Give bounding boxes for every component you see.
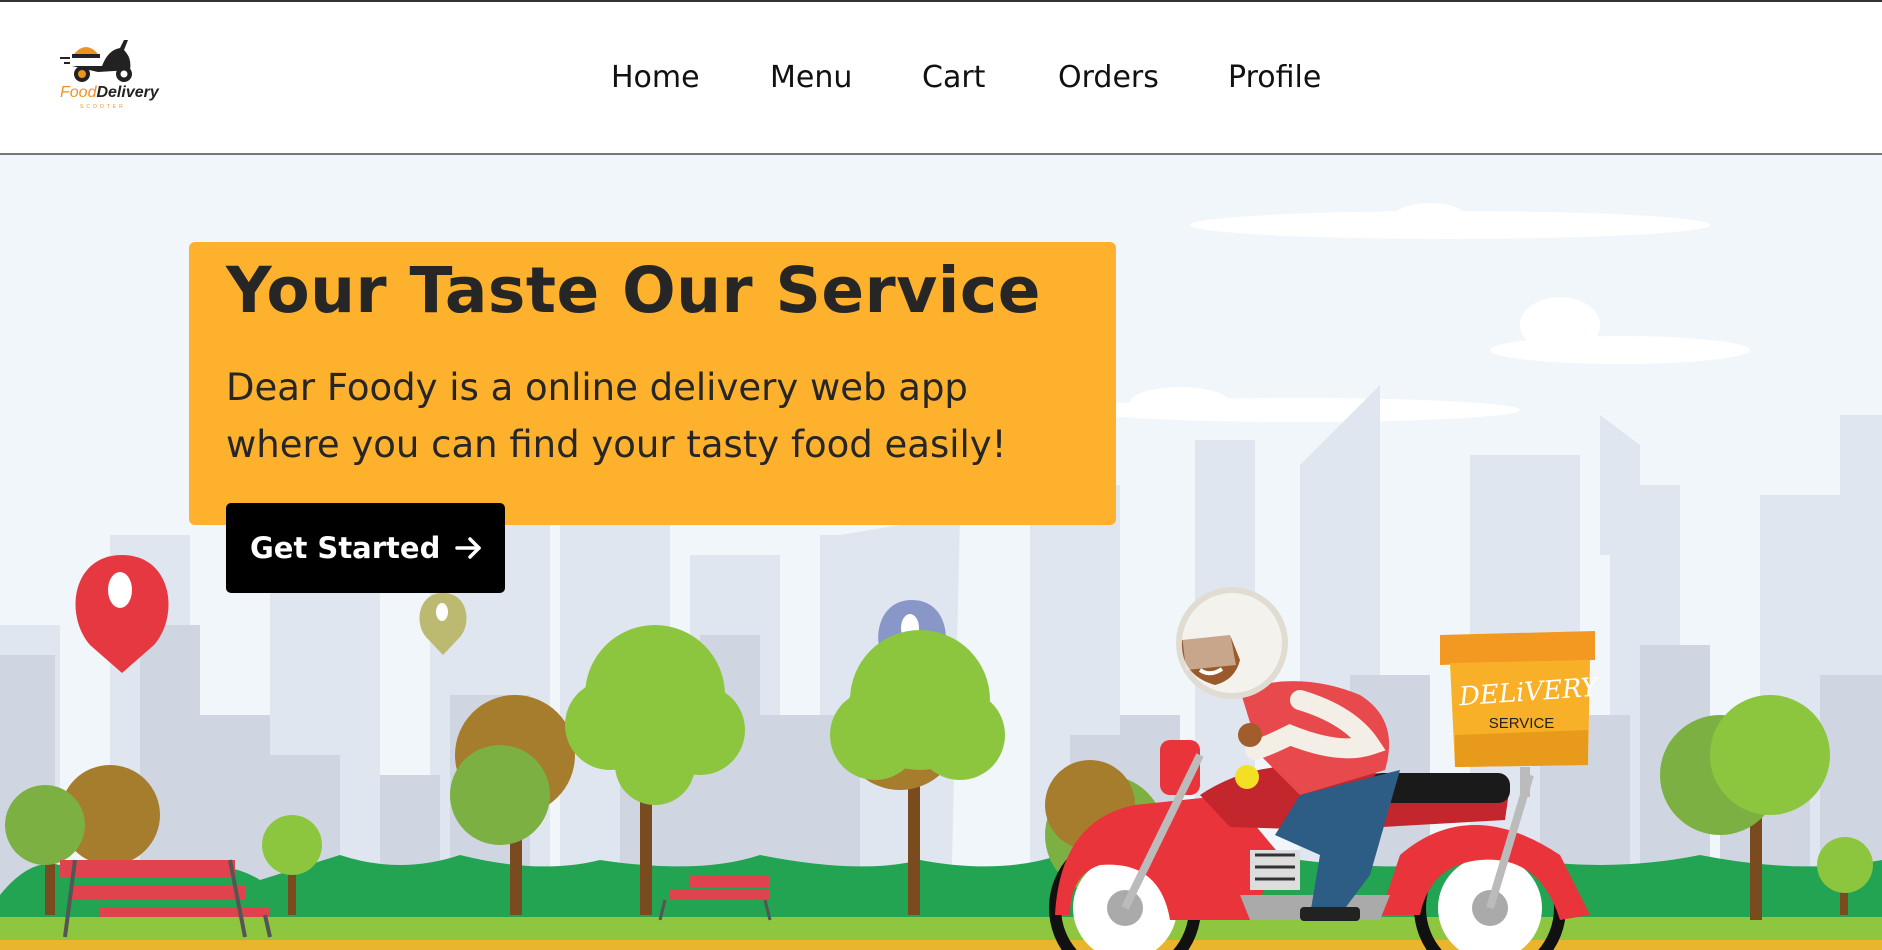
site-header: FoodDelivery SCOOTER Home Menu Cart Orde… [0, 2, 1882, 155]
nav-orders[interactable]: Orders [1058, 60, 1159, 96]
nav-menu[interactable]: Menu [770, 60, 852, 96]
get-started-button[interactable]: Get Started [226, 503, 505, 593]
hero-section: DELiVERY SERVICE Your Taste Our Service … [0, 155, 1882, 950]
delivery-box-sublabel: SERVICE [1488, 715, 1555, 732]
get-started-label: Get Started [250, 531, 441, 565]
clouds [1080, 203, 1750, 422]
hero-card: Your Taste Our Service Dear Foody is a o… [189, 242, 1116, 525]
nav-cart[interactable]: Cart [922, 60, 985, 96]
nav-home[interactable]: Home [611, 60, 700, 96]
main-nav: Home Menu Cart Orders Profile [0, 2, 1882, 153]
hero-description: Dear Foody is a online delivery web app … [226, 366, 1007, 466]
arrow-right-icon [455, 537, 482, 559]
hero-title: Your Taste Our Service [226, 254, 1041, 327]
nav-profile[interactable]: Profile [1228, 60, 1321, 96]
